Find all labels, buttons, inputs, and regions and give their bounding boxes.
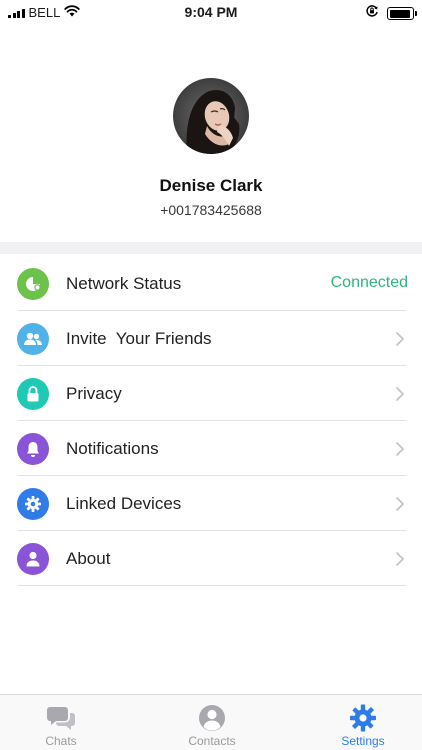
settings-row-label: Notifications	[66, 439, 159, 458]
tab-label: Contacts	[188, 734, 236, 748]
contact-icon	[199, 705, 225, 731]
settings-row-about[interactable]: About	[0, 531, 422, 586]
settings-row-label: Linked Devices	[66, 494, 182, 513]
settings-row-invite-friends[interactable]: Invite Your Friends	[0, 311, 422, 366]
orientation-lock-icon	[365, 4, 379, 23]
profile-name: Denise Clark	[159, 176, 263, 195]
settings-row-notifications[interactable]: Notifications	[0, 421, 422, 476]
settings-row-label: Network Status	[66, 274, 182, 293]
chevron-right-icon	[396, 387, 404, 401]
settings-row-label: About	[66, 549, 111, 568]
tab-contacts[interactable]: Contacts	[162, 695, 262, 750]
gear-icon	[17, 488, 49, 520]
friends-icon	[17, 323, 49, 355]
profile-phone: +001783425688	[160, 202, 262, 218]
status-time: 9:04 PM	[184, 4, 238, 20]
chevron-right-icon	[396, 442, 404, 456]
settings-list: Network Status Connected Invite Your Fri…	[0, 256, 422, 586]
lock-icon	[17, 378, 49, 410]
tab-label: Chats	[45, 734, 77, 748]
tab-settings[interactable]: Settings	[313, 695, 413, 750]
settings-row-label: Privacy	[66, 384, 122, 403]
tab-bar: Chats Contacts Settings	[0, 694, 422, 750]
chevron-right-icon	[396, 332, 404, 346]
bell-icon	[17, 433, 49, 465]
settings-row-network-status[interactable]: Network Status Connected	[0, 256, 422, 311]
chevron-right-icon	[396, 497, 404, 511]
status-bar: BELL 9:04 PM	[0, 0, 422, 24]
settings-row-label: Invite Your Friends	[66, 329, 212, 348]
network-status-value: Connected	[330, 274, 408, 291]
battery-level	[389, 9, 411, 18]
battery-icon	[387, 7, 417, 20]
chat-bubbles-icon	[47, 707, 75, 730]
chevron-right-icon	[396, 552, 404, 566]
settings-row-privacy[interactable]: Privacy	[0, 366, 422, 421]
settings-row-linked-devices[interactable]: Linked Devices	[0, 476, 422, 531]
status-bar-right	[365, 4, 417, 23]
tab-chats[interactable]: Chats	[11, 695, 111, 750]
person-icon	[17, 543, 49, 575]
settings-gear-icon	[350, 704, 376, 732]
section-divider	[0, 242, 422, 254]
avatar[interactable]	[173, 78, 249, 154]
network-status-icon	[17, 268, 49, 300]
avatar-photo	[173, 78, 249, 154]
tab-label: Settings	[341, 734, 385, 748]
